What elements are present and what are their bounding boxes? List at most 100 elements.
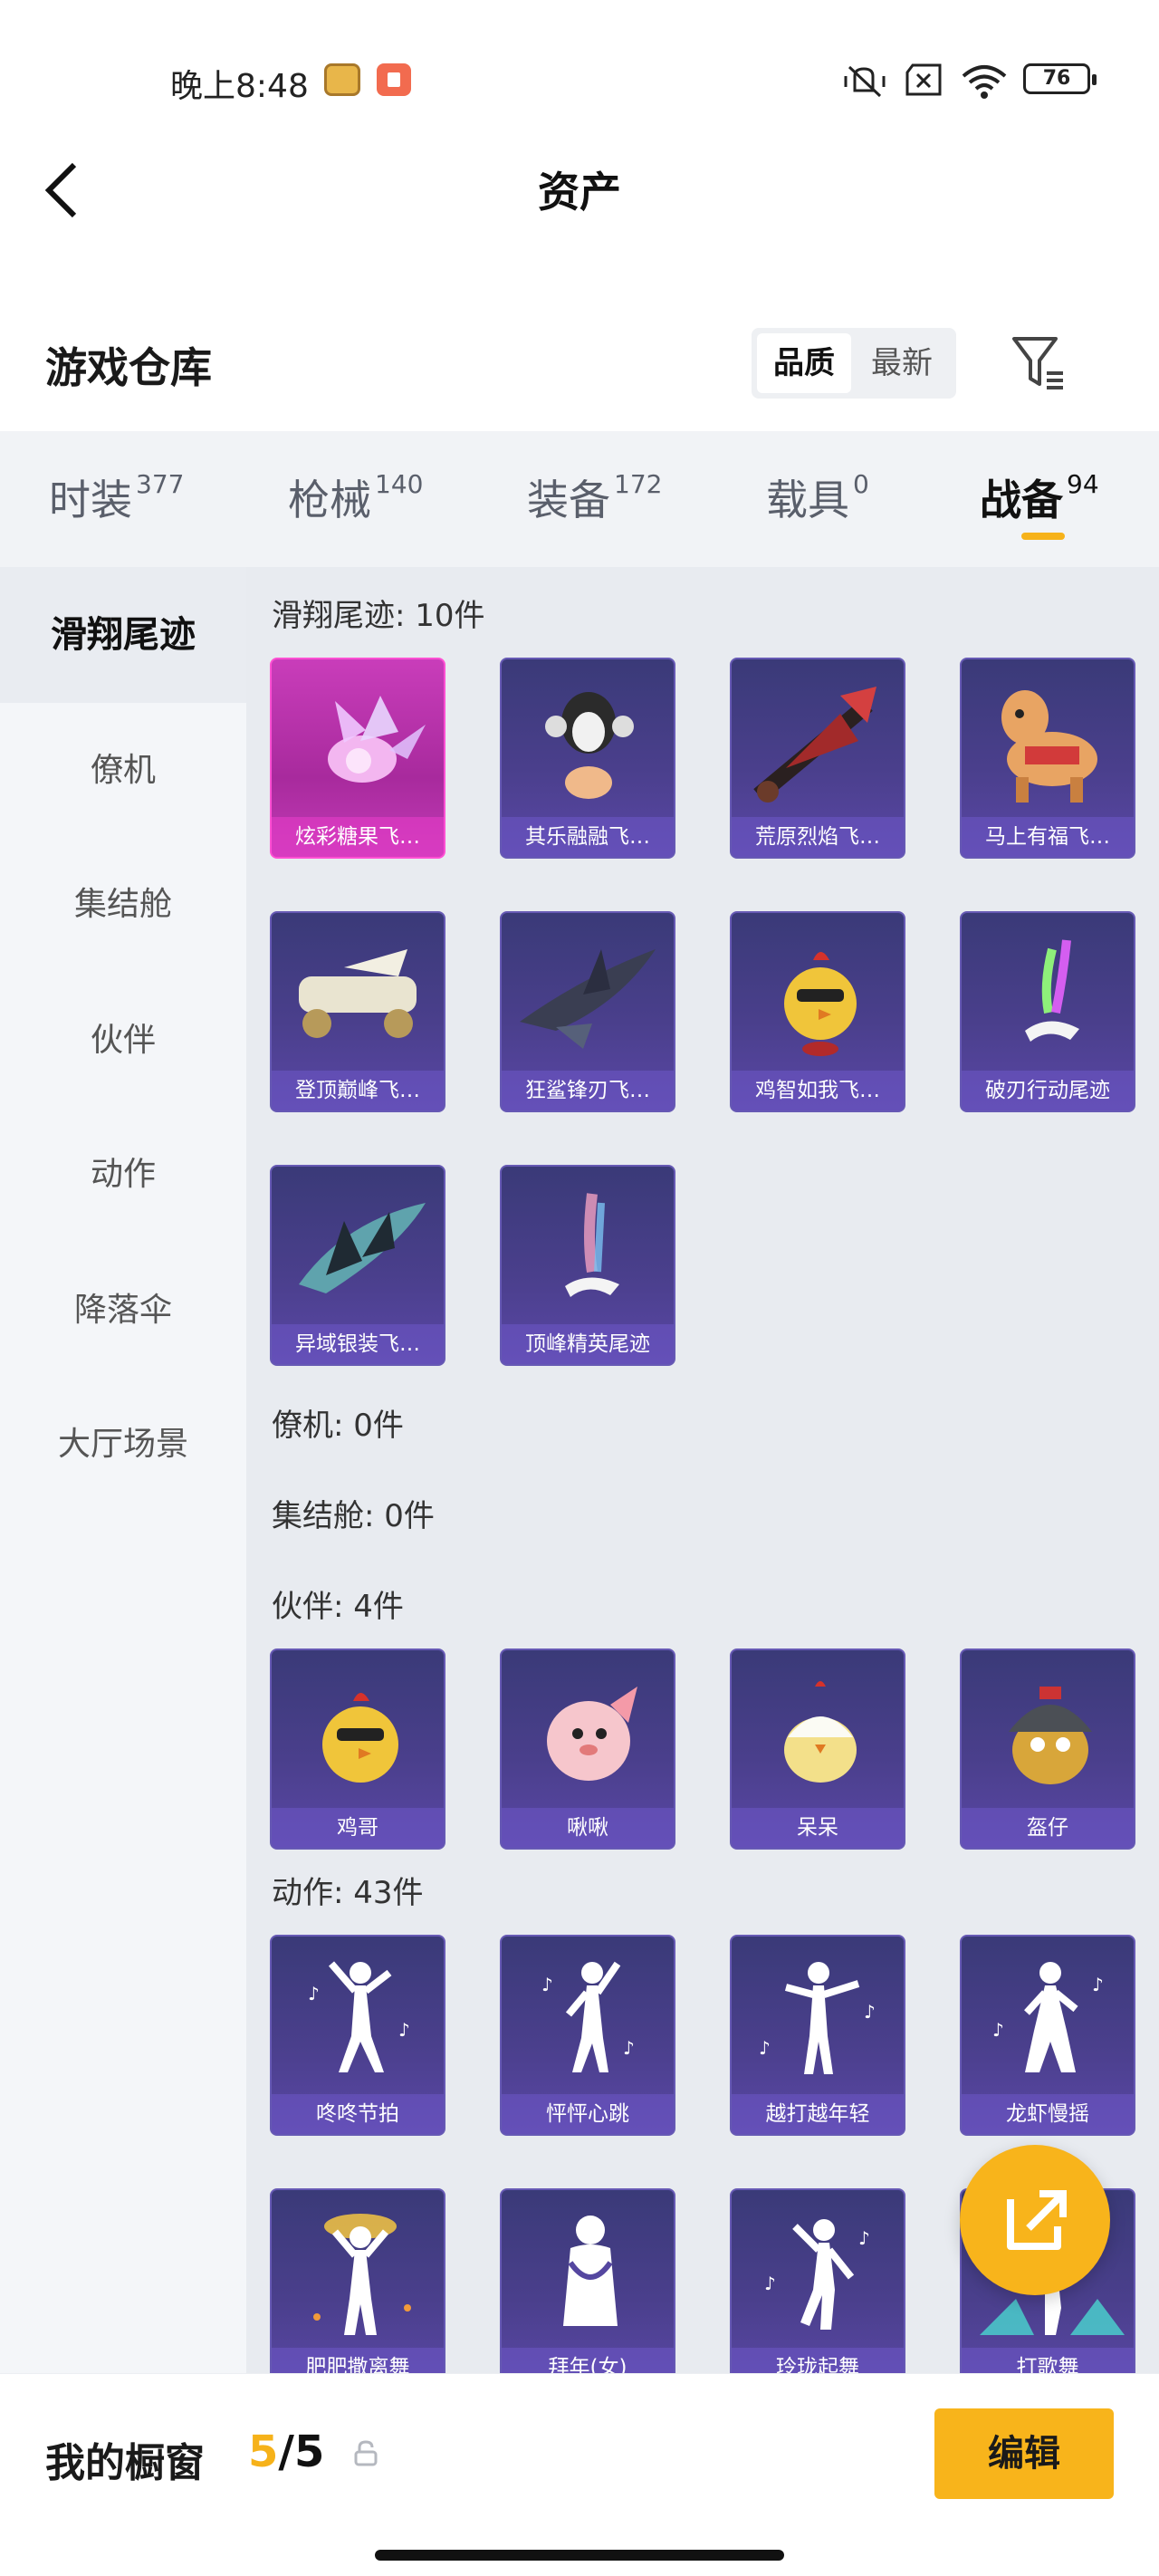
tab-label: 战备 — [980, 476, 1063, 524]
showcase-bar: 我的橱窗 5/5 编辑 — [0, 2373, 1159, 2576]
showcase-current: 5 — [248, 2427, 279, 2477]
item-card[interactable]: 马上有福飞… — [960, 658, 1135, 859]
tab-fashion[interactable]: 时装 377 — [49, 467, 184, 549]
item-name: 咚咚节拍 — [272, 2094, 444, 2134]
svg-text:♪: ♪ — [858, 2227, 870, 2249]
item-name: 狂鲨锋刃飞… — [502, 1071, 674, 1110]
mute-vibrate-icon — [844, 65, 886, 98]
item-card[interactable]: 肥肥撒离舞 — [270, 2188, 445, 2379]
section-title-assembly-pod: 集结舱: 0件 — [272, 1498, 435, 1534]
tab-label: 时装 — [49, 476, 132, 524]
item-card[interactable]: 狂鲨锋刃飞… — [500, 911, 675, 1112]
item-card[interactable]: 炫彩糖果飞… — [270, 658, 445, 859]
sort-option-quality[interactable]: 品质 — [757, 333, 851, 393]
status-bar: 晚上8:48 76 — [0, 0, 1159, 154]
category-tabs: 时装 377 枪械 140 装备 172 载具 0 战备 94 — [0, 431, 1159, 567]
filter-icon[interactable] — [1011, 332, 1067, 395]
item-card[interactable]: 顶峰精英尾迹 — [500, 1165, 675, 1366]
wifi-icon — [962, 65, 1007, 99]
item-name: 马上有福飞… — [962, 817, 1134, 857]
item-card[interactable]: 其乐融融飞… — [500, 658, 675, 859]
dancer-silhouette-image: ♪ ♪ — [308, 1961, 410, 2072]
svg-text:♪: ♪ — [308, 1983, 320, 2004]
item-card[interactable]: 鸡哥 — [270, 1648, 445, 1850]
item-name: 荒原烈焰飞… — [732, 817, 904, 857]
share-icon — [1007, 2190, 1067, 2250]
item-grid-area: 滑翔尾迹: 10件 炫彩糖果飞… 其乐融融飞… 荒原烈焰飞… 马上有福飞… 登顶… — [246, 567, 1159, 2379]
item-card[interactable]: ♪ ♪ 怦怦心跳 — [500, 1935, 675, 2136]
helmet-companion-image — [1009, 1687, 1092, 1784]
svg-text:♪: ♪ — [759, 2037, 771, 2059]
tab-count: 172 — [614, 469, 663, 499]
item-card[interactable]: 拜年(女) — [500, 2188, 675, 2379]
item-name: 啾啾 — [502, 1808, 674, 1848]
no-sim-icon — [905, 63, 942, 96]
sidebar-item-assembly-pod[interactable]: 集结舱 — [0, 837, 246, 973]
item-card[interactable]: 盔仔 — [960, 1648, 1135, 1850]
item-card[interactable]: ♪ ♪ 越打越年轻 — [730, 1935, 905, 2136]
tab-vehicles[interactable]: 载具 0 — [766, 467, 869, 549]
silver-trail-image — [299, 1203, 426, 1293]
tab-label: 枪械 — [288, 476, 371, 524]
dancer-silhouette-image: ♪ ♪ — [541, 1961, 635, 2072]
sidebar-item-companion[interactable]: 伙伴 — [0, 973, 246, 1109]
top-nav: 资产 — [0, 136, 1159, 245]
svg-text:♪: ♪ — [398, 2019, 410, 2041]
share-button[interactable] — [960, 2145, 1110, 2295]
battery-indicator: 76 — [1023, 63, 1097, 94]
item-name: 龙虾慢摇 — [962, 2094, 1134, 2134]
item-card[interactable]: 啾啾 — [500, 1648, 675, 1850]
elite-trail-image — [565, 1193, 619, 1297]
item-name: 越打越年轻 — [732, 2094, 904, 2134]
item-name: 炫彩糖果飞… — [272, 817, 444, 857]
penguin-trail-image — [545, 692, 634, 799]
item-name: 其乐融融飞… — [502, 817, 674, 857]
item-card[interactable]: 呆呆 — [730, 1648, 905, 1850]
svg-text:♪: ♪ — [864, 2001, 876, 2023]
tab-count: 140 — [375, 469, 424, 499]
item-card[interactable]: ♪ ♪ 咚咚节拍 — [270, 1935, 445, 2136]
svg-text:♪: ♪ — [764, 2273, 776, 2294]
tab-equipment[interactable]: 装备 172 — [527, 467, 662, 549]
sidebar-item-parachute[interactable]: 降落伞 — [0, 1243, 246, 1379]
showcase-count: 5/5 — [248, 2427, 324, 2477]
item-card[interactable]: 荒原烈焰飞… — [730, 658, 905, 859]
item-name: 异域银装飞… — [272, 1324, 444, 1364]
sidebar-item-emote[interactable]: 动作 — [0, 1107, 246, 1243]
chicken-trail-image — [784, 952, 857, 1056]
dancer-silhouette-image: ♪ ♪ — [764, 2219, 870, 2330]
sidebar-item-glide-trail[interactable]: 滑翔尾迹 — [0, 567, 246, 703]
item-card[interactable]: 鸡智如我飞… — [730, 911, 905, 1112]
sort-toggle: 品质 最新 — [752, 328, 956, 399]
sort-option-newest[interactable]: 最新 — [855, 333, 949, 393]
item-card[interactable]: 破刃行动尾迹 — [960, 911, 1135, 1112]
item-name: 鸡哥 — [272, 1808, 444, 1848]
lock-icon — [354, 2440, 378, 2466]
item-name: 呆呆 — [732, 1808, 904, 1848]
tab-label: 装备 — [527, 476, 610, 524]
warehouse-title: 游戏仓库 — [45, 343, 212, 392]
item-name: 登顶巅峰飞… — [272, 1071, 444, 1110]
showcase-title: 我的橱窗 — [45, 2440, 205, 2486]
section-title-emote: 动作: 43件 — [272, 1875, 424, 1911]
category-sidebar: 滑翔尾迹 僚机 集结舱 伙伴 动作 降落伞 大厅场景 — [0, 567, 246, 2379]
status-time: 晚上8:48 — [170, 68, 309, 105]
flame-trail-image — [753, 687, 876, 803]
svg-text:♪: ♪ — [992, 2019, 1004, 2041]
edit-button[interactable]: 编辑 — [934, 2408, 1114, 2499]
item-card[interactable]: ♪ ♪ 龙虾慢摇 — [960, 1935, 1135, 2136]
tab-firearms[interactable]: 枪械 140 — [288, 467, 423, 549]
tab-count: 0 — [853, 469, 869, 499]
sidebar-item-wingman[interactable]: 僚机 — [0, 703, 246, 839]
item-card[interactable]: 异域银装飞… — [270, 1165, 445, 1366]
item-card[interactable]: 登顶巅峰飞… — [270, 911, 445, 1112]
svg-text:♪: ♪ — [541, 1974, 553, 1995]
item-name: 怦怦心跳 — [502, 2094, 674, 2134]
summit-trail-image — [299, 949, 417, 1038]
dancer-silhouette-image: ♪ ♪ — [992, 1962, 1104, 2072]
showcase-total: /5 — [278, 2427, 325, 2477]
home-indicator[interactable] — [375, 2550, 784, 2561]
sidebar-item-lobby-scene[interactable]: 大厅场景 — [0, 1377, 246, 1513]
item-card[interactable]: ♪ ♪ 玲珑起舞 — [730, 2188, 905, 2379]
game-app-icon — [324, 63, 360, 96]
